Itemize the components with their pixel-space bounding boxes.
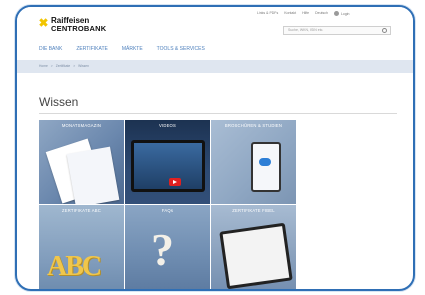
top-link-help[interactable]: Hilfe	[302, 11, 309, 16]
breadcrumb-separator: >	[50, 64, 53, 68]
raiffeisen-logo-icon	[39, 18, 48, 27]
search-input[interactable]: Suche, WKN, ISIN etc.	[283, 26, 391, 35]
nav-item-tools-services[interactable]: TOOLS & SERVICES	[157, 46, 205, 52]
tile-zertifikate-fibel[interactable]: ZERTIFIKATE FIBEL	[211, 205, 296, 289]
tile-videos[interactable]: VIDEOS	[125, 120, 210, 204]
magazine-image	[66, 146, 120, 204]
login-link[interactable]: Login	[333, 11, 350, 16]
cloud-download-icon	[259, 158, 271, 166]
breadcrumb-bar: Home > Zertifikate > Wissen	[17, 60, 413, 73]
question-mark-icon: ?	[151, 224, 174, 275]
bank-logo[interactable]: Raiffeisen CENTROBANK	[39, 17, 106, 33]
logo-text-centrobank: CENTROBANK	[51, 24, 107, 33]
breadcrumb-separator: >	[73, 64, 76, 68]
tile-zertifikate-abc[interactable]: ZERTIFIKATE ABC ABC	[39, 205, 124, 289]
title-divider	[39, 113, 397, 114]
knowledge-tile-grid: MONATSMAGAZIN VIDEOS BROSCHÜREN & STUDIE…	[39, 120, 297, 289]
abc-letters-image: ABC	[47, 251, 102, 282]
tile-faqs[interactable]: FAQs ?	[125, 205, 210, 289]
tile-label: BROSCHÜREN & STUDIEN	[224, 123, 283, 128]
tile-monatsmagazin[interactable]: MONATSMAGAZIN	[39, 120, 124, 204]
nav-item-die-bank[interactable]: DIE BANK	[39, 46, 62, 52]
page-title: Wissen	[39, 95, 79, 109]
browser-frame: Raiffeisen CENTROBANK Links & PDFs Konta…	[15, 5, 415, 291]
top-utility-nav: Links & PDFs Kontakt Hilfe Deutsch Login	[257, 11, 350, 16]
tile-label: MONATSMAGAZIN	[61, 123, 102, 128]
nav-item-zertifikate[interactable]: ZERTIFIKATE	[76, 46, 107, 52]
top-link-links[interactable]: Links & PDFs	[257, 11, 278, 16]
tile-label: ZERTIFIKATE ABC	[62, 208, 101, 213]
search-placeholder: Suche, WKN, ISIN etc.	[288, 28, 324, 32]
top-link-contact[interactable]: Kontakt	[284, 11, 296, 16]
breadcrumb-current: Wissen	[78, 64, 89, 68]
breadcrumb-zertifikate[interactable]: Zertifikate	[56, 64, 70, 68]
search-icon[interactable]	[382, 28, 387, 33]
tablet-image	[131, 140, 205, 192]
tile-broschueren-studien[interactable]: BROSCHÜREN & STUDIEN	[211, 120, 296, 204]
top-link-language[interactable]: Deutsch	[315, 11, 328, 16]
tile-label: ZERTIFIKATE FIBEL	[232, 208, 275, 213]
user-icon	[333, 11, 339, 16]
tablet-image	[219, 222, 293, 289]
smartphone-image	[251, 142, 281, 192]
main-nav: DIE BANK ZERTIFIKATE MÄRKTE TOOLS & SERV…	[39, 46, 205, 52]
tile-label: VIDEOS	[158, 123, 177, 128]
breadcrumb: Home > Zertifikate > Wissen	[39, 64, 89, 68]
nav-item-maerkte[interactable]: MÄRKTE	[122, 46, 143, 52]
play-icon	[169, 178, 181, 186]
tile-label: FAQs	[161, 208, 174, 213]
breadcrumb-home[interactable]: Home	[39, 64, 48, 68]
login-label: Login	[340, 11, 350, 16]
